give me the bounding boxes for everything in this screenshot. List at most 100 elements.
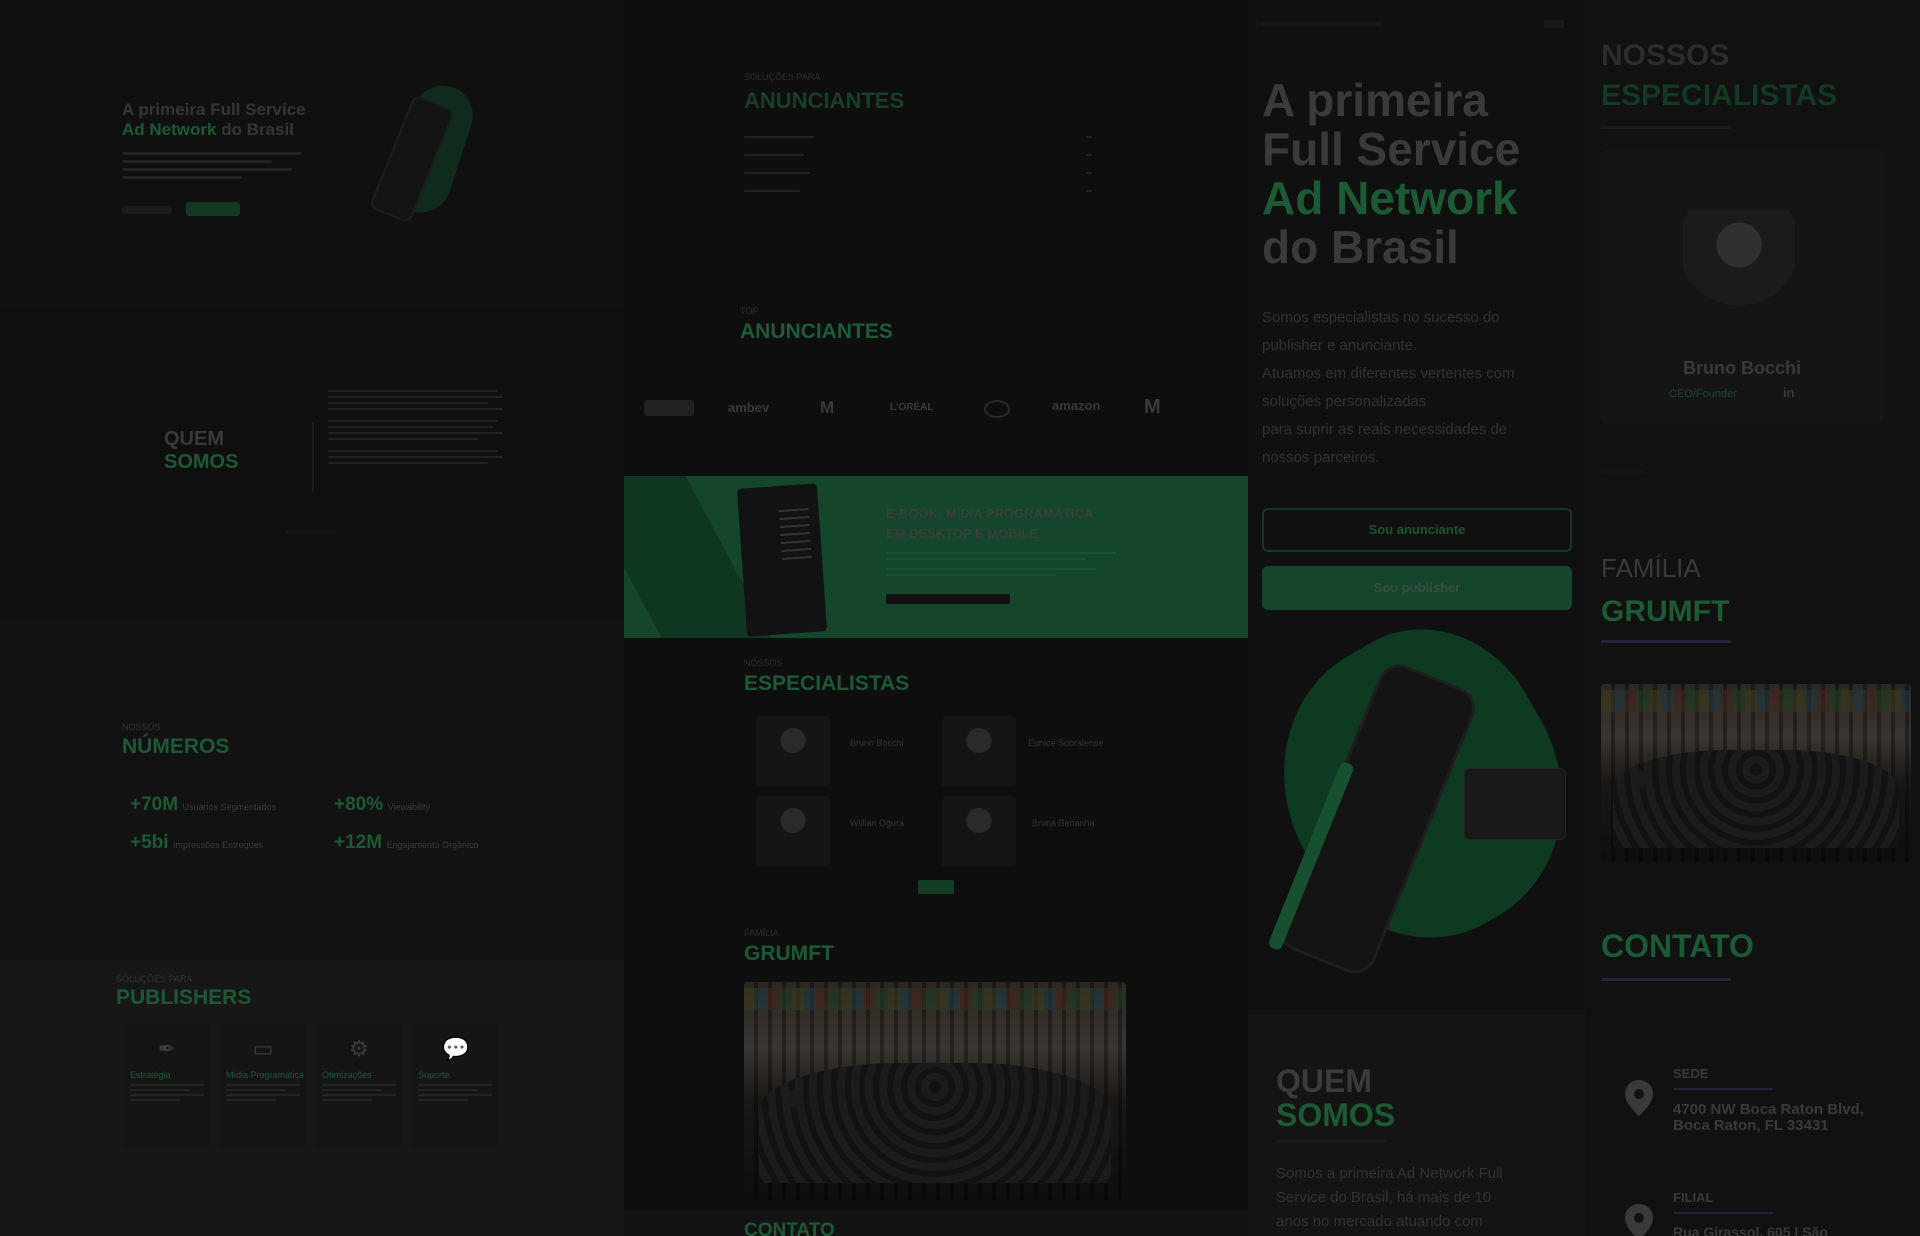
specialist-name: Willian Ogura [850,818,905,828]
hero-title-rest: do Brasil [216,120,294,139]
mobile-familia-heading: FAMÍLIA GRUMFT [1601,546,1729,634]
mobile-hero-line1: A primeira [1262,74,1488,126]
sede-address-line: 4700 NW Boca Raton Blvd, [1673,1101,1864,1118]
ebook-title: E-BOOK: MÍDIA PROGRAMÁTICA EM DESKTOP E … [886,504,1094,544]
phone-illustration [1248,588,1585,984]
publishers-title: PUBLISHERS [116,986,252,1009]
ebook-cover [736,483,828,637]
specialist-photo [1683,210,1795,350]
see-more-button[interactable] [918,880,954,894]
filial-divider [1673,1212,1773,1214]
familia-divider [1601,640,1731,643]
hamburger-icon[interactable] [1544,20,1564,28]
mobile-quem-body: Somos a primeira Ad Network Full Service… [1276,1162,1576,1234]
hero-body-line: Atuamos em diferentes vertentes com [1262,365,1515,382]
specialist-photo [756,796,830,866]
stat-item: +80% Viewability [334,794,430,816]
publisher-card[interactable]: 💬 Suporte [412,1026,498,1148]
ebook-title-line2: EM DESKTOP E MOBILE [886,526,1038,541]
stat-label: Viewability [387,802,430,812]
mobile-quem-heading: QUEM SOMOS [1276,1064,1395,1132]
brand-logo [984,400,1010,418]
mobile-hero-line4: do Brasil [1262,221,1459,273]
hero-title-green: Ad Network [122,120,217,139]
hero-body-line: para suprir as reais necessidades de [1262,421,1508,438]
quem-link-placeholder[interactable] [286,530,336,534]
publisher-card-title: Suporte [418,1070,450,1080]
ambev-logo: ambev [728,400,770,415]
publisher-card[interactable]: ✒ Estratégia [124,1026,210,1148]
location-pin-icon [1625,1080,1653,1116]
sede-label: SEDE [1673,1066,1709,1081]
quem-heading: QUEM [164,428,224,450]
publisher-card[interactable]: ▭ Mídia Programática [220,1026,306,1148]
sou-anunciante-button[interactable]: Sou anunciante [1262,508,1572,552]
specialist-card[interactable]: Bruno Bocchi CEO/Founder in [1601,150,1883,424]
quem-divider [312,422,314,492]
quem-body-placeholder [328,390,503,464]
numeros-title: NÚMEROS [122,735,230,758]
monitor-icon: ▭ [252,1036,274,1061]
publishers-kicker: SOLUÇÕES PARA [116,974,193,984]
brand-logo [644,400,694,416]
carousel-dots[interactable] [1601,470,1645,473]
stat-item: +5bi Impressões Entregues [130,832,263,854]
somos-heading: SOMOS [164,451,239,473]
hero-title: A primeira Full Service Ad Network do Br… [122,100,306,140]
publisher-card[interactable]: ⚙ Otimizações [316,1026,402,1148]
filial-label: FILIAL [1673,1190,1714,1205]
specialist-name: Bruno Bocchi [1682,358,1801,378]
amazon-logo: amazon [1052,398,1101,413]
anunciantes-logos-kicker: TOP [740,306,759,316]
anunciantes-top-kicker: SOLUÇÕES PARA [744,72,821,82]
brand-logo: M [1144,396,1161,418]
publisher-card-title: Mídia Programática [226,1070,305,1080]
ebook-download-button[interactable] [886,594,1010,604]
quem-body-line: Somos a primeira Ad Network Full [1276,1165,1503,1182]
chat-icon: 💬 [442,1036,470,1061]
mobile-especialistas-heading: NOSSOS ESPECIALISTAS [1601,36,1837,116]
hero-body-line: nossos parceiros. [1262,449,1380,466]
specialist-name: Bruno Bocchi [850,738,904,748]
phone-illustration [368,77,482,224]
specialist-role: CEO/Founder [1669,388,1737,400]
stat-value: +70M [130,794,179,815]
hero-body-line: soluções personalizadas [1262,393,1427,410]
sede-divider [1673,1088,1773,1090]
mobile-hero-line3: Ad Network [1262,172,1518,224]
hero-body-line: publisher e anunciante. [1262,337,1418,354]
sede-address-line: Boca Raton, FL 33431 [1673,1117,1829,1134]
quem-somos-heading: QUEM SOMOS [164,428,238,474]
contato-divider [1601,978,1731,981]
hero-button-green[interactable] [186,202,240,216]
anunciantes-faq-list [744,136,1092,192]
quem-somos-section: QUEM SOMOS [0,310,624,620]
hero-button-outline[interactable] [122,206,172,214]
team-photo [1601,684,1911,862]
anunciantes-logos-title: ANUNCIANTES [740,320,893,343]
stat-label: Engajamento Orgânico [386,840,479,850]
specialist-name: Bruna Benanha [1032,818,1095,828]
mobile-hero-title: A primeira Full Service Ad Network do Br… [1262,76,1520,272]
sou-publisher-button[interactable]: Sou publisher [1262,566,1572,610]
quem-body-line: Service do Brasil, há mais de 10 [1276,1189,1492,1206]
stat-value: +5bi [130,832,169,853]
sede-address: 4700 NW Boca Raton Blvd, Boca Raton, FL … [1673,1102,1864,1134]
publisher-card-title: Estratégia [130,1070,171,1080]
publishers-section: SOLUÇÕES PARA PUBLISHERS ✒ Estratégia ▭ … [0,960,624,1236]
stat-item: +70M Usuários Segmentados [130,794,276,816]
feather-icon: ✒ [157,1036,177,1061]
stat-item: +12M Engajamento Orgânico [334,832,479,854]
mockup-desktop-column-2: SOLUÇÕES PARA ANUNCIANTES TOP ANUNCIANTE… [624,0,1248,1236]
filial-address-line: Rua Girassol, 605 | São [1673,1224,1828,1236]
brand-logo: M [820,398,835,417]
ebook-title-line1: E-BOOK: MÍDIA PROGRAMÁTICA [886,506,1094,521]
stat-value: +12M [334,832,383,853]
quem-heading: QUEM [1276,1063,1372,1099]
ebook-banner[interactable]: E-BOOK: MÍDIA PROGRAMÁTICA EM DESKTOP E … [624,476,1248,638]
stat-label: Impressões Entregues [173,840,264,850]
mobile-quem-somos: QUEM SOMOS Somos a primeira Ad Network F… [1248,1010,1585,1236]
especialistas-title: ESPECIALISTAS [744,672,910,695]
stat-value: +80% [334,794,384,815]
linkedin-icon[interactable]: in [1783,385,1795,400]
